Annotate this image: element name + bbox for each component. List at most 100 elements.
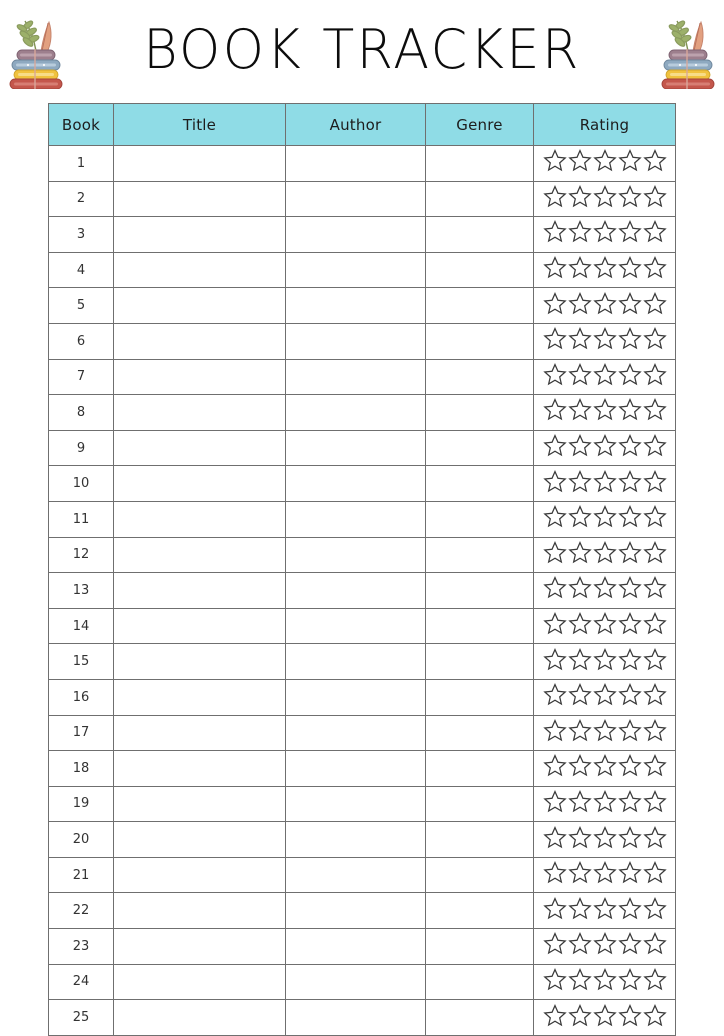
star-icon[interactable]	[542, 932, 567, 955]
cell-genre-input[interactable]	[425, 394, 534, 431]
cell-author-input[interactable]	[285, 928, 426, 965]
cell-genre-input[interactable]	[425, 180, 534, 218]
cell-title-input[interactable]	[113, 394, 286, 431]
star-icon[interactable]	[592, 434, 617, 457]
cell-author-input[interactable]	[285, 750, 426, 787]
star-icon[interactable]	[592, 149, 617, 172]
star-rating-group[interactable]	[542, 220, 667, 243]
cell-title-input[interactable]	[113, 643, 286, 680]
cell-title-input[interactable]	[113, 500, 286, 538]
cell-rating[interactable]	[533, 180, 676, 218]
star-icon[interactable]	[592, 968, 617, 991]
cell-rating[interactable]	[533, 429, 676, 467]
cell-title-input[interactable]	[113, 607, 286, 645]
cell-rating[interactable]	[533, 322, 676, 360]
star-icon[interactable]	[642, 647, 667, 671]
star-icon[interactable]	[567, 861, 592, 884]
star-rating-group[interactable]	[542, 718, 667, 742]
star-icon[interactable]	[542, 469, 567, 493]
star-icon[interactable]	[592, 612, 617, 635]
star-rating-group[interactable]	[542, 291, 667, 315]
star-rating-group[interactable]	[542, 825, 667, 849]
cell-genre-input[interactable]	[425, 429, 534, 467]
star-icon[interactable]	[542, 683, 567, 706]
star-icon[interactable]	[642, 291, 667, 315]
star-rating-group[interactable]	[542, 647, 667, 671]
cell-rating[interactable]	[533, 856, 676, 894]
cell-genre-input[interactable]	[425, 928, 534, 965]
star-icon[interactable]	[592, 647, 617, 671]
star-icon[interactable]	[592, 362, 617, 386]
cell-title-input[interactable]	[113, 821, 286, 858]
star-icon[interactable]	[567, 220, 592, 243]
cell-genre-input[interactable]	[425, 465, 534, 502]
cell-title-input[interactable]	[113, 322, 286, 360]
star-icon[interactable]	[567, 932, 592, 955]
star-icon[interactable]	[567, 291, 592, 315]
cell-title-input[interactable]	[113, 465, 286, 502]
cell-genre-input[interactable]	[425, 536, 534, 574]
star-icon[interactable]	[592, 291, 617, 315]
star-icon[interactable]	[592, 576, 617, 599]
star-icon[interactable]	[567, 968, 592, 991]
star-icon[interactable]	[542, 327, 567, 350]
star-rating-group[interactable]	[542, 256, 667, 279]
cell-genre-input[interactable]	[425, 216, 534, 253]
star-icon[interactable]	[592, 861, 617, 884]
star-icon[interactable]	[642, 505, 667, 528]
cell-title-input[interactable]	[113, 216, 286, 253]
star-icon[interactable]	[642, 256, 667, 279]
star-icon[interactable]	[592, 540, 617, 564]
cell-genre-input[interactable]	[425, 145, 534, 182]
star-icon[interactable]	[567, 327, 592, 350]
star-icon[interactable]	[567, 398, 592, 421]
star-icon[interactable]	[617, 647, 642, 671]
cell-author-input[interactable]	[285, 394, 426, 431]
star-icon[interactable]	[567, 647, 592, 671]
star-icon[interactable]	[617, 932, 642, 955]
cell-author-input[interactable]	[285, 251, 426, 289]
cell-author-input[interactable]	[285, 607, 426, 645]
star-icon[interactable]	[642, 683, 667, 706]
cell-author-input[interactable]	[285, 465, 426, 502]
star-rating-group[interactable]	[542, 754, 667, 777]
star-icon[interactable]	[542, 220, 567, 243]
cell-author-input[interactable]	[285, 856, 426, 894]
cell-genre-input[interactable]	[425, 750, 534, 787]
star-rating-group[interactable]	[542, 896, 667, 920]
cell-author-input[interactable]	[285, 999, 426, 1036]
star-icon[interactable]	[592, 754, 617, 777]
cell-author-input[interactable]	[285, 785, 426, 823]
star-icon[interactable]	[542, 398, 567, 421]
star-icon[interactable]	[617, 790, 642, 813]
star-icon[interactable]	[642, 754, 667, 777]
cell-title-input[interactable]	[113, 892, 286, 930]
cell-genre-input[interactable]	[425, 999, 534, 1036]
cell-genre-input[interactable]	[425, 821, 534, 858]
star-icon[interactable]	[617, 718, 642, 742]
star-icon[interactable]	[617, 540, 642, 564]
star-icon[interactable]	[567, 540, 592, 564]
cell-author-input[interactable]	[285, 429, 426, 467]
star-icon[interactable]	[642, 718, 667, 742]
cell-title-input[interactable]	[113, 145, 286, 182]
cell-genre-input[interactable]	[425, 963, 534, 1001]
cell-rating[interactable]	[533, 358, 676, 396]
star-icon[interactable]	[542, 861, 567, 884]
cell-rating[interactable]	[533, 607, 676, 645]
cell-author-input[interactable]	[285, 714, 426, 752]
star-icon[interactable]	[617, 291, 642, 315]
star-icon[interactable]	[592, 469, 617, 493]
cell-author-input[interactable]	[285, 358, 426, 396]
cell-genre-input[interactable]	[425, 643, 534, 680]
star-icon[interactable]	[542, 184, 567, 208]
star-icon[interactable]	[567, 825, 592, 849]
star-icon[interactable]	[617, 861, 642, 884]
star-icon[interactable]	[642, 220, 667, 243]
star-icon[interactable]	[542, 434, 567, 457]
cell-rating[interactable]	[533, 678, 676, 716]
star-rating-group[interactable]	[542, 327, 667, 350]
cell-title-input[interactable]	[113, 750, 286, 787]
cell-author-input[interactable]	[285, 643, 426, 680]
star-icon[interactable]	[567, 576, 592, 599]
